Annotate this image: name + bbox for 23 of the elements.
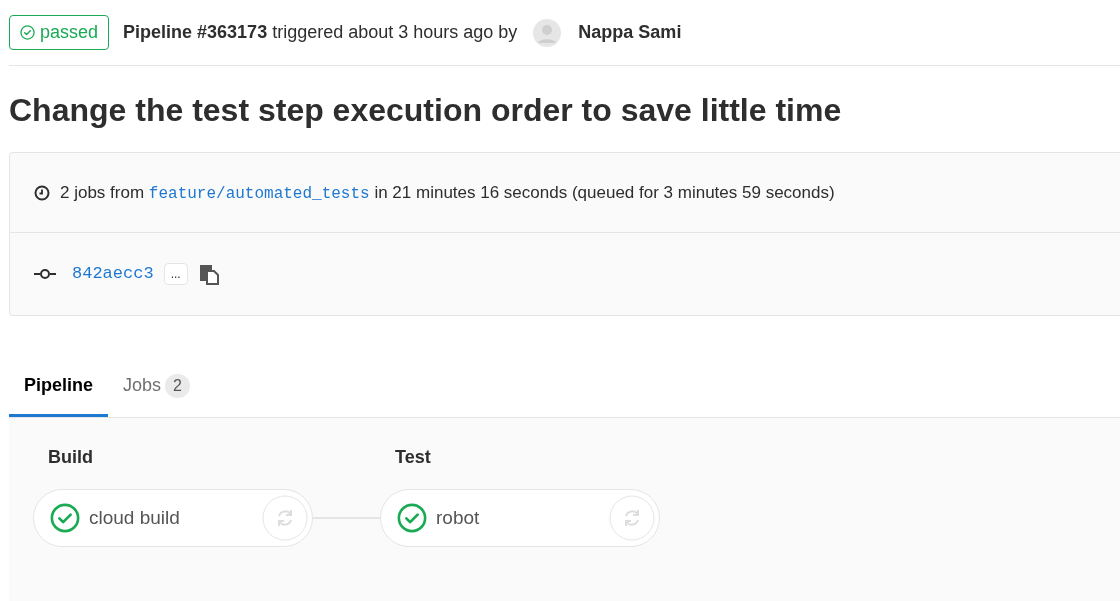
check-circle-icon	[20, 25, 35, 40]
count-badge: 2	[165, 373, 190, 398]
pipeline-summary: Pipeline #363173 triggered about 3 hours ago by	[123, 21, 518, 44]
expand-button[interactable]: ...	[163, 263, 188, 285]
page-title: Change the test step execution order to save little time	[9, 91, 843, 130]
retry-icon[interactable]	[262, 495, 308, 541]
stage-title: Test	[394, 446, 432, 469]
status-badge: passed	[9, 15, 110, 50]
jobs-summary: 2 jobs from feature/automated_tests in 21 minutes 16 seconds (queued for 3 minutes 59 seconds)	[60, 181, 835, 205]
clock-icon	[34, 184, 50, 201]
user-name[interactable]: Nappa Sami	[578, 19, 682, 46]
check-circle-icon	[397, 503, 427, 533]
retry-icon[interactable]	[609, 495, 655, 541]
branch-link[interactable]: feature/automated_tests	[148, 184, 370, 203]
tab[interactable]: Jobs 2	[108, 357, 205, 417]
avatar-icon	[533, 18, 562, 47]
copy-icon[interactable]	[197, 263, 220, 285]
commit-icon	[34, 268, 56, 280]
check-circle-icon	[50, 503, 80, 533]
job-pill[interactable]: cloud build	[33, 489, 313, 547]
stage-title: Build	[47, 446, 94, 469]
job-pill[interactable]: robot	[380, 489, 660, 547]
commit-link[interactable]: 842aecc3	[72, 261, 154, 287]
